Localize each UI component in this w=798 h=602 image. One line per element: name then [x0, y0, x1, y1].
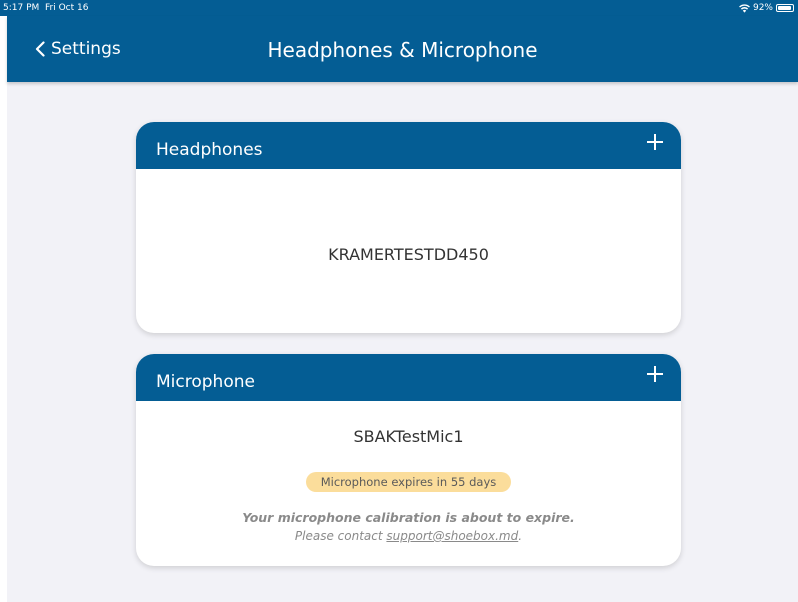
headphones-card-title: Headphones	[156, 140, 263, 160]
battery-icon	[776, 4, 794, 12]
warning-prefix: Please contact	[294, 529, 387, 543]
headphones-card: Headphones KRAMERTESTDD450	[136, 122, 681, 333]
microphone-card: Microphone SBAKTestMic1 Microphone expir…	[136, 354, 681, 566]
warning-suffix: .	[518, 529, 523, 543]
status-date-text: Fri Oct 16	[45, 3, 89, 13]
status-time: 5:17 PM Fri Oct 16	[3, 0, 88, 16]
microphone-card-body: SBAKTestMic1 Microphone expires in 55 da…	[136, 401, 681, 566]
warning-text: Please contact support@shoebox.md.	[136, 529, 681, 543]
microphone-card-header: Microphone	[136, 354, 681, 401]
microphone-card-title: Microphone	[156, 372, 255, 392]
add-microphone-button[interactable]	[645, 364, 665, 384]
support-email-link[interactable]: support@shoebox.md	[386, 529, 518, 543]
expiry-badge: Microphone expires in 55 days	[305, 472, 512, 492]
headphones-device-name[interactable]: KRAMERTESTDD450	[136, 245, 681, 264]
page-title: Headphones & Microphone	[267, 38, 538, 62]
status-bar: 5:17 PM Fri Oct 16 92%	[0, 0, 798, 16]
warning-title: Your microphone calibration is about to …	[242, 510, 575, 525]
expiry-badge-row: Microphone expires in 55 days	[136, 471, 681, 492]
headphones-card-body: KRAMERTESTDD450	[136, 169, 681, 333]
wifi-icon	[739, 3, 750, 13]
add-headphones-button[interactable]	[645, 132, 665, 152]
status-time-text: 5:17 PM	[3, 3, 40, 13]
battery-percent: 92%	[752, 3, 773, 13]
status-right: 92%	[739, 0, 794, 16]
headphones-card-header: Headphones	[136, 122, 681, 169]
navigation-bar: Settings Headphones & Microphone	[7, 16, 798, 82]
microphone-device-name[interactable]: SBAKTestMic1	[136, 427, 681, 446]
